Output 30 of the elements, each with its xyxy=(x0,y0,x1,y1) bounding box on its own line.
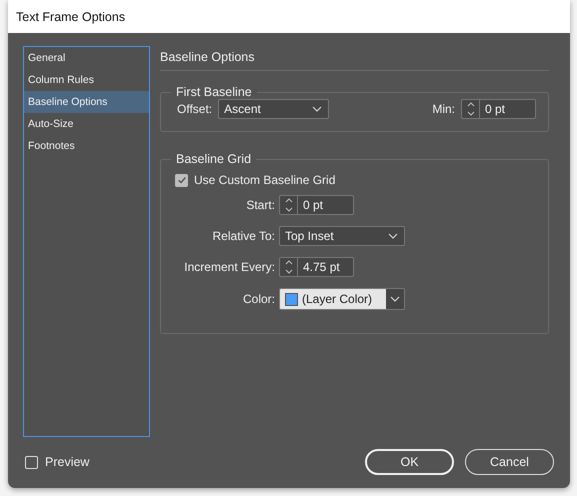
sidebar-item[interactable]: Baseline Options xyxy=(24,91,149,113)
group-title: First Baseline xyxy=(175,85,253,99)
window-title: Text Frame Options xyxy=(16,10,126,24)
section-title: Baseline Options xyxy=(160,49,256,66)
caret-icon xyxy=(386,289,404,309)
dropdown[interactable]: Ascent xyxy=(218,99,330,119)
sidebar-item[interactable]: Column Rules xyxy=(24,69,149,91)
field-label: Color: xyxy=(242,292,275,306)
dialog-button[interactable]: OK xyxy=(365,449,454,475)
dropdown[interactable]: Top Inset xyxy=(279,226,405,246)
sidebar-item[interactable]: Auto-Size xyxy=(24,113,149,135)
field-label: Relative To: xyxy=(212,229,275,243)
number-field[interactable]: 0 pt xyxy=(461,99,536,119)
checkbox-label[interactable]: Preview xyxy=(45,455,90,469)
caret-icon xyxy=(312,106,322,112)
dialog-button[interactable]: Cancel xyxy=(465,449,554,475)
sidebar-item[interactable]: General xyxy=(24,47,149,69)
field-label: Min: xyxy=(432,102,455,116)
field-label: Start: xyxy=(246,198,275,212)
caret-icon xyxy=(388,233,398,239)
checkbox[interactable] xyxy=(25,456,38,468)
number-field[interactable]: 4.75 pt xyxy=(279,257,354,277)
sidebar-item[interactable]: Footnotes xyxy=(24,135,149,157)
field-label: Increment Every: xyxy=(184,260,275,274)
field-label: Offset: xyxy=(177,102,212,116)
checkbox-label[interactable]: Use Custom Baseline Grid xyxy=(194,173,336,187)
number-field[interactable]: 0 pt xyxy=(279,195,354,215)
checkbox[interactable] xyxy=(175,174,188,186)
group-title: Baseline Grid xyxy=(175,152,252,166)
color-dropdown[interactable]: (Layer Color) xyxy=(279,288,405,310)
